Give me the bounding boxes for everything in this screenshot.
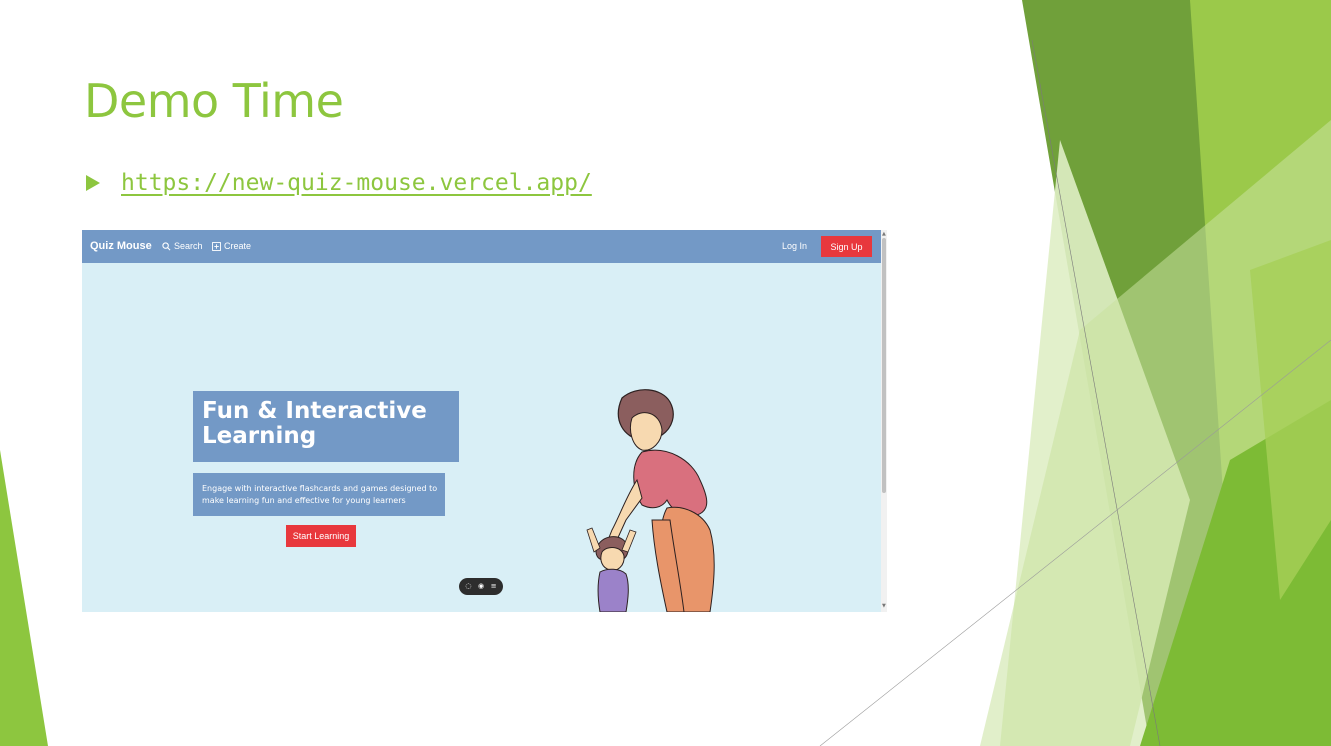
plus-square-icon <box>212 241 221 251</box>
nav-create[interactable]: Create <box>212 241 251 251</box>
signup-button[interactable]: Sign Up <box>821 236 872 257</box>
chat-icon[interactable]: ◌ <box>465 583 471 590</box>
brand-logo[interactable]: Quiz Mouse <box>90 240 152 252</box>
nav-search[interactable]: Search <box>162 241 203 251</box>
hero-title: Fun & Interactive Learning <box>202 398 427 449</box>
scrollbar-thumb[interactable] <box>882 238 886 493</box>
app-screenshot: Quiz Mouse Search Create Log In Sign Up … <box>82 230 887 612</box>
hero-subtitle: Engage with interactive flashcards and g… <box>202 484 438 505</box>
hero-subtitle-box: Engage with interactive flashcards and g… <box>193 473 445 516</box>
menu-icon[interactable]: ≡ <box>491 583 497 590</box>
navbar: Quiz Mouse Search Create Log In Sign Up <box>82 230 881 263</box>
demo-link[interactable]: https://new-quiz-mouse.vercel.app/ <box>121 170 592 196</box>
search-icon <box>162 241 171 250</box>
scroll-up-icon[interactable]: ▲ <box>882 231 886 237</box>
hero-title-box: Fun & Interactive Learning <box>193 391 459 462</box>
mother-child-illustration <box>586 389 715 612</box>
login-link[interactable]: Log In <box>782 241 807 251</box>
slide-title: Demo Time <box>84 74 344 128</box>
start-learning-button[interactable]: Start Learning <box>286 525 356 547</box>
bullet-item: https://new-quiz-mouse.vercel.app/ <box>86 170 592 196</box>
floating-toolbar: ◌ ◉ ≡ <box>459 578 503 595</box>
nav-search-label: Search <box>174 241 203 251</box>
scroll-down-icon[interactable]: ▼ <box>882 603 886 609</box>
nav-create-label: Create <box>224 241 252 251</box>
bullet-arrow-icon <box>86 175 100 191</box>
eye-icon[interactable]: ◉ <box>478 583 484 590</box>
